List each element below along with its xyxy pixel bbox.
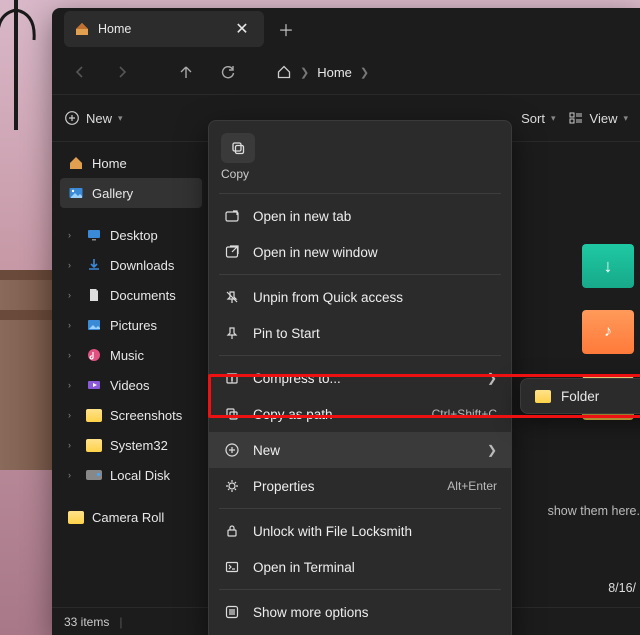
chevron-right-icon: › xyxy=(68,440,78,450)
sidebar-item-pictures[interactable]: ›Pictures xyxy=(60,310,202,340)
sidebar-item-desktop[interactable]: ›Desktop xyxy=(60,220,202,250)
chevron-down-icon: ▾ xyxy=(551,113,556,124)
new-window-icon xyxy=(223,243,241,261)
sidebar-item-screenshots[interactable]: ›Screenshots xyxy=(60,400,202,430)
ctx-compress[interactable]: Compress to...❯ xyxy=(209,360,511,396)
chevron-right-icon: › xyxy=(68,350,78,360)
new-tab-icon xyxy=(223,207,241,225)
desktop-icon xyxy=(86,227,102,243)
forward-button[interactable] xyxy=(104,54,140,90)
chevron-right-icon: › xyxy=(68,470,78,480)
ctx-unpin-quick-access[interactable]: Unpin from Quick access xyxy=(209,279,511,315)
quick-access-music-tile[interactable] xyxy=(582,310,634,354)
quick-access-downloads-tile[interactable] xyxy=(582,244,634,288)
recent-caption: show them here. xyxy=(548,504,640,518)
home-icon xyxy=(74,21,90,37)
refresh-button[interactable] xyxy=(210,54,246,90)
plus-circle-icon xyxy=(223,441,241,459)
sidebar: Home Gallery ›Desktop ›Downloads ›Docume… xyxy=(52,142,202,607)
view-menu[interactable]: View ▾ xyxy=(568,110,628,126)
chevron-down-icon: ▾ xyxy=(118,113,123,124)
sidebar-item-gallery[interactable]: Gallery xyxy=(60,178,202,208)
sidebar-item-videos[interactable]: ›Videos xyxy=(60,370,202,400)
ctx-open-new-window[interactable]: Open in new window xyxy=(209,234,511,270)
sort-menu[interactable]: Sort ▾ xyxy=(521,111,555,126)
home-outline-icon xyxy=(276,64,292,80)
chevron-right-icon: ❯ xyxy=(487,443,497,457)
chevron-right-icon: › xyxy=(68,290,78,300)
ctx-open-new-tab[interactable]: Open in new tab xyxy=(209,198,511,234)
folder-icon xyxy=(535,390,551,403)
chevron-right-icon: › xyxy=(68,260,78,270)
desktop-wallpaper-lamp xyxy=(0,0,36,130)
breadcrumb-home[interactable]: Home xyxy=(317,65,352,80)
chevron-right-icon: › xyxy=(68,410,78,420)
copy-label: Copy xyxy=(221,167,499,181)
music-icon xyxy=(86,347,102,363)
submenu-item-folder[interactable]: Folder xyxy=(521,379,640,413)
sidebar-item-music[interactable]: ›Music xyxy=(60,340,202,370)
ctx-copy-as-path[interactable]: Copy as pathCtrl+Shift+C xyxy=(209,396,511,432)
up-button[interactable] xyxy=(168,54,204,90)
status-item-count: 33 items xyxy=(64,615,109,629)
ctx-copy-path-shortcut: Ctrl+Shift+C xyxy=(432,407,497,421)
ctx-new[interactable]: New❯ xyxy=(209,432,511,468)
sidebar-item-localdisk[interactable]: ›Local Disk xyxy=(60,460,202,490)
pictures-icon xyxy=(86,317,102,333)
context-menu: Copy Open in new tab Open in new window … xyxy=(208,120,512,635)
chevron-right-icon: › xyxy=(68,380,78,390)
tab-home[interactable]: Home ✕ xyxy=(64,11,264,47)
chevron-right-icon: › xyxy=(68,230,78,240)
gallery-icon xyxy=(68,185,84,201)
chevron-down-icon: ▾ xyxy=(623,113,628,124)
plus-circle-icon xyxy=(64,110,80,126)
chevron-right-icon: ❯ xyxy=(360,66,369,79)
copy-path-icon xyxy=(223,405,241,423)
lock-icon xyxy=(223,522,241,540)
more-options-icon xyxy=(223,603,241,621)
folder-icon xyxy=(86,439,102,452)
home-icon xyxy=(68,155,84,171)
copy-button[interactable] xyxy=(221,133,255,163)
chevron-right-icon: › xyxy=(68,320,78,330)
new-tab-button[interactable]: ＋ xyxy=(268,11,304,47)
breadcrumb[interactable]: ❯ Home ❯ xyxy=(270,64,375,80)
chevron-right-icon: ❯ xyxy=(487,371,497,385)
titlebar: Home ✕ ＋ xyxy=(52,8,640,50)
sidebar-item-documents[interactable]: ›Documents xyxy=(60,280,202,310)
folder-icon xyxy=(68,511,84,524)
file-explorer-window: Home ✕ ＋ ❯ Home ❯ New ▾ Sort ▾ V xyxy=(52,8,640,635)
desktop-wallpaper-railing xyxy=(0,270,52,470)
ctx-show-more-options[interactable]: Show more options xyxy=(209,594,511,630)
downloads-icon xyxy=(86,257,102,273)
tab-close-button[interactable]: ✕ xyxy=(230,17,254,41)
sidebar-item-cameraroll[interactable]: Camera Roll xyxy=(60,502,202,532)
tab-title: Home xyxy=(98,22,222,36)
compress-icon xyxy=(223,369,241,387)
sidebar-item-downloads[interactable]: ›Downloads xyxy=(60,250,202,280)
chevron-right-icon: ❯ xyxy=(300,66,309,79)
videos-icon xyxy=(86,377,102,393)
ctx-pin-to-start[interactable]: Pin to Start xyxy=(209,315,511,351)
navbar: ❯ Home ❯ xyxy=(52,50,640,94)
unpin-icon xyxy=(223,288,241,306)
back-button[interactable] xyxy=(62,54,98,90)
ctx-open-in-terminal[interactable]: Open in Terminal xyxy=(209,549,511,585)
ctx-properties-shortcut: Alt+Enter xyxy=(447,479,497,493)
properties-icon xyxy=(223,477,241,495)
new-menu[interactable]: New ▾ xyxy=(64,110,123,126)
ctx-properties[interactable]: PropertiesAlt+Enter xyxy=(209,468,511,504)
documents-icon xyxy=(86,287,102,303)
recent-item-date: 8/16/ xyxy=(608,581,636,595)
drive-icon xyxy=(86,470,102,480)
view-icon xyxy=(568,110,584,126)
pin-icon xyxy=(223,324,241,342)
ctx-file-locksmith[interactable]: Unlock with File Locksmith xyxy=(209,513,511,549)
sidebar-item-system32[interactable]: ›System32 xyxy=(60,430,202,460)
terminal-icon xyxy=(223,558,241,576)
context-submenu-new: Folder xyxy=(520,378,640,414)
sidebar-item-home[interactable]: Home xyxy=(60,148,202,178)
folder-icon xyxy=(86,409,102,422)
